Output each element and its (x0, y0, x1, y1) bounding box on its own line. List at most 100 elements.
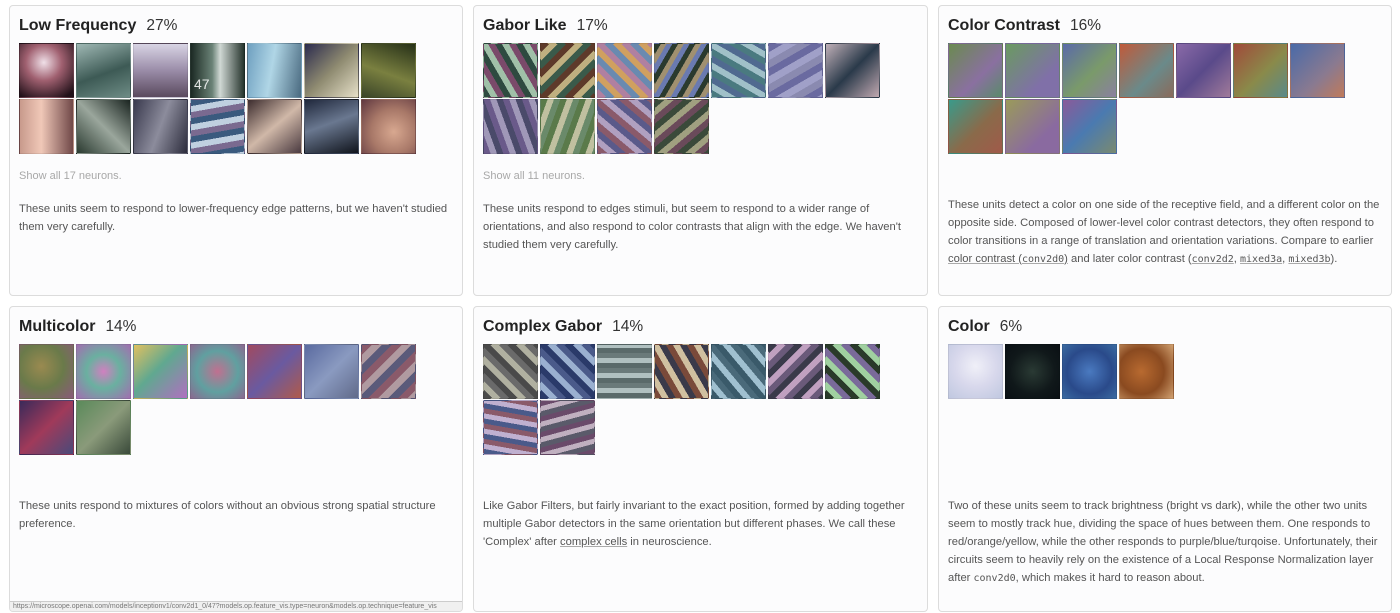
card-title: Gabor Like (483, 17, 567, 34)
neuron-thumbnail[interactable] (133, 344, 188, 399)
card-percent: 16% (1070, 17, 1102, 34)
neuron-thumbnails (948, 43, 1358, 154)
mixed3b-link[interactable]: mixed3b (1288, 253, 1330, 265)
neuron-thumbnail[interactable] (768, 43, 823, 98)
neuron-thumbnail[interactable] (654, 344, 709, 399)
card-header: Color Contrast 16% (948, 17, 1101, 37)
card-low-frequency: Low Frequency 27% 47 Show all 17 neurons.… (9, 5, 463, 296)
neuron-thumbnail[interactable] (540, 344, 595, 399)
conv2d2-link[interactable]: conv2d2 (1192, 253, 1234, 265)
neuron-thumbnail[interactable] (19, 43, 74, 98)
neuron-thumbnail[interactable] (247, 43, 302, 98)
neuron-thumbnail[interactable] (948, 344, 1003, 399)
card-description: These units seem to respond to lower-fre… (19, 203, 448, 233)
card-title: Multicolor (19, 318, 96, 335)
neuron-thumbnail[interactable] (304, 99, 359, 154)
card-multicolor: Multicolor 14% These units respond to mix… (9, 306, 463, 612)
neuron-thumbnail[interactable] (247, 344, 302, 399)
neuron-thumbnail[interactable] (597, 344, 652, 399)
neuron-thumbnail[interactable] (304, 43, 359, 98)
neuron-thumbnail[interactable] (711, 43, 766, 98)
neuron-thumbnail[interactable]: 47 (190, 43, 245, 98)
neuron-thumbnail[interactable] (1062, 43, 1117, 98)
neuron-thumbnail[interactable] (654, 43, 709, 98)
neuron-thumbnail[interactable] (711, 344, 766, 399)
neuron-thumbnail[interactable] (133, 99, 188, 154)
card-gabor-like: Gabor Like 17% Show all 11 neurons. These… (473, 5, 928, 296)
neuron-thumbnail[interactable] (1119, 344, 1174, 399)
neuron-thumbnail[interactable] (483, 400, 538, 455)
neuron-thumbnails (483, 43, 893, 154)
card-percent: 14% (612, 318, 644, 335)
neuron-thumbnail[interactable] (19, 99, 74, 154)
neuron-thumbnail[interactable] (19, 400, 74, 455)
neuron-thumbnail[interactable] (948, 43, 1003, 98)
neuron-thumbnail[interactable] (540, 99, 595, 154)
neuron-thumbnail[interactable] (1005, 43, 1060, 98)
card-percent: 17% (576, 17, 608, 34)
browser-status-bar: https://microscope.openai.com/models/inc… (10, 601, 462, 611)
show-all-link[interactable]: Show all 17 neurons. (19, 170, 122, 182)
neuron-thumbnail[interactable] (19, 344, 74, 399)
card-title: Complex Gabor (483, 318, 603, 335)
card-header: Complex Gabor 14% (483, 318, 643, 338)
neuron-thumbnail[interactable] (361, 43, 416, 98)
neuron-thumbnail[interactable] (361, 99, 416, 154)
card-complex-gabor: Complex Gabor 14% Like Gabor Filters, but… (473, 306, 928, 612)
neuron-thumbnail[interactable] (1119, 43, 1174, 98)
neuron-thumbnail[interactable] (483, 99, 538, 154)
show-all-link[interactable]: Show all 11 neurons. (483, 170, 585, 182)
neuron-thumbnail[interactable] (76, 99, 131, 154)
card-description: These units respond to edges stimuli, bu… (483, 203, 901, 251)
desc-text: and later color contrast ( (1067, 253, 1192, 265)
neuron-thumbnail[interactable] (948, 99, 1003, 154)
neuron-thumbnails (948, 344, 1358, 399)
neuron-thumbnail[interactable] (540, 43, 595, 98)
card-color-contrast: Color Contrast 16% These units detect a c… (938, 5, 1392, 296)
card-description: Two of these units seem to track brightn… (948, 497, 1380, 588)
neuron-thumbnail[interactable] (76, 43, 131, 98)
neuron-thumbnail[interactable] (483, 43, 538, 98)
neuron-thumbnail[interactable] (1233, 43, 1288, 98)
neuron-thumbnail[interactable] (190, 344, 245, 399)
neuron-thumbnail[interactable] (1062, 99, 1117, 154)
neuron-thumbnails (19, 344, 429, 455)
neuron-thumbnail[interactable] (361, 344, 416, 399)
neuron-thumbnail[interactable] (483, 344, 538, 399)
neuron-thumbnail[interactable] (304, 344, 359, 399)
neuron-thumbnail[interactable] (654, 99, 709, 154)
neuron-thumbnail[interactable] (190, 99, 245, 154)
neuron-thumbnail[interactable] (1005, 99, 1060, 154)
neuron-thumbnail[interactable] (597, 43, 652, 98)
complex-cells-link[interactable]: complex cells (560, 536, 627, 548)
neuron-index-label: 47 (194, 76, 210, 92)
color-contrast-conv2d0-link[interactable]: color contrast (conv2d0) (948, 253, 1068, 265)
card-description: Like Gabor Filters, but fairly invariant… (483, 497, 915, 551)
desc-text: ). (1330, 253, 1338, 265)
layer-code: mixed3b (1288, 254, 1331, 265)
link-text: color contrast ( (948, 253, 1022, 265)
card-title: Color Contrast (948, 17, 1060, 34)
neuron-thumbnails (483, 344, 893, 455)
neuron-thumbnail[interactable] (540, 400, 595, 455)
neuron-thumbnail[interactable] (1290, 43, 1345, 98)
mixed3a-link[interactable]: mixed3a (1240, 253, 1282, 265)
neuron-thumbnail[interactable] (76, 400, 131, 455)
card-percent: 14% (105, 318, 137, 335)
desc-text: in neuroscience. (627, 536, 712, 548)
neuron-thumbnail[interactable] (768, 344, 823, 399)
neuron-thumbnail[interactable] (1176, 43, 1231, 98)
neuron-thumbnail[interactable] (1062, 344, 1117, 399)
neuron-thumbnail[interactable] (133, 43, 188, 98)
neuron-thumbnail[interactable] (76, 344, 131, 399)
neuron-thumbnail[interactable] (1005, 344, 1060, 399)
card-description: These units detect a color on one side o… (948, 196, 1380, 269)
neuron-thumbnail[interactable] (825, 344, 880, 399)
neuron-thumbnail[interactable] (597, 99, 652, 154)
card-title: Color (948, 318, 990, 335)
neuron-thumbnails: 47 (19, 43, 429, 154)
neuron-thumbnail[interactable] (247, 99, 302, 154)
card-color: Color 6% Two of these units seem to track… (938, 306, 1392, 612)
layer-code: conv2d0 (1022, 254, 1065, 265)
neuron-thumbnail[interactable] (825, 43, 880, 98)
